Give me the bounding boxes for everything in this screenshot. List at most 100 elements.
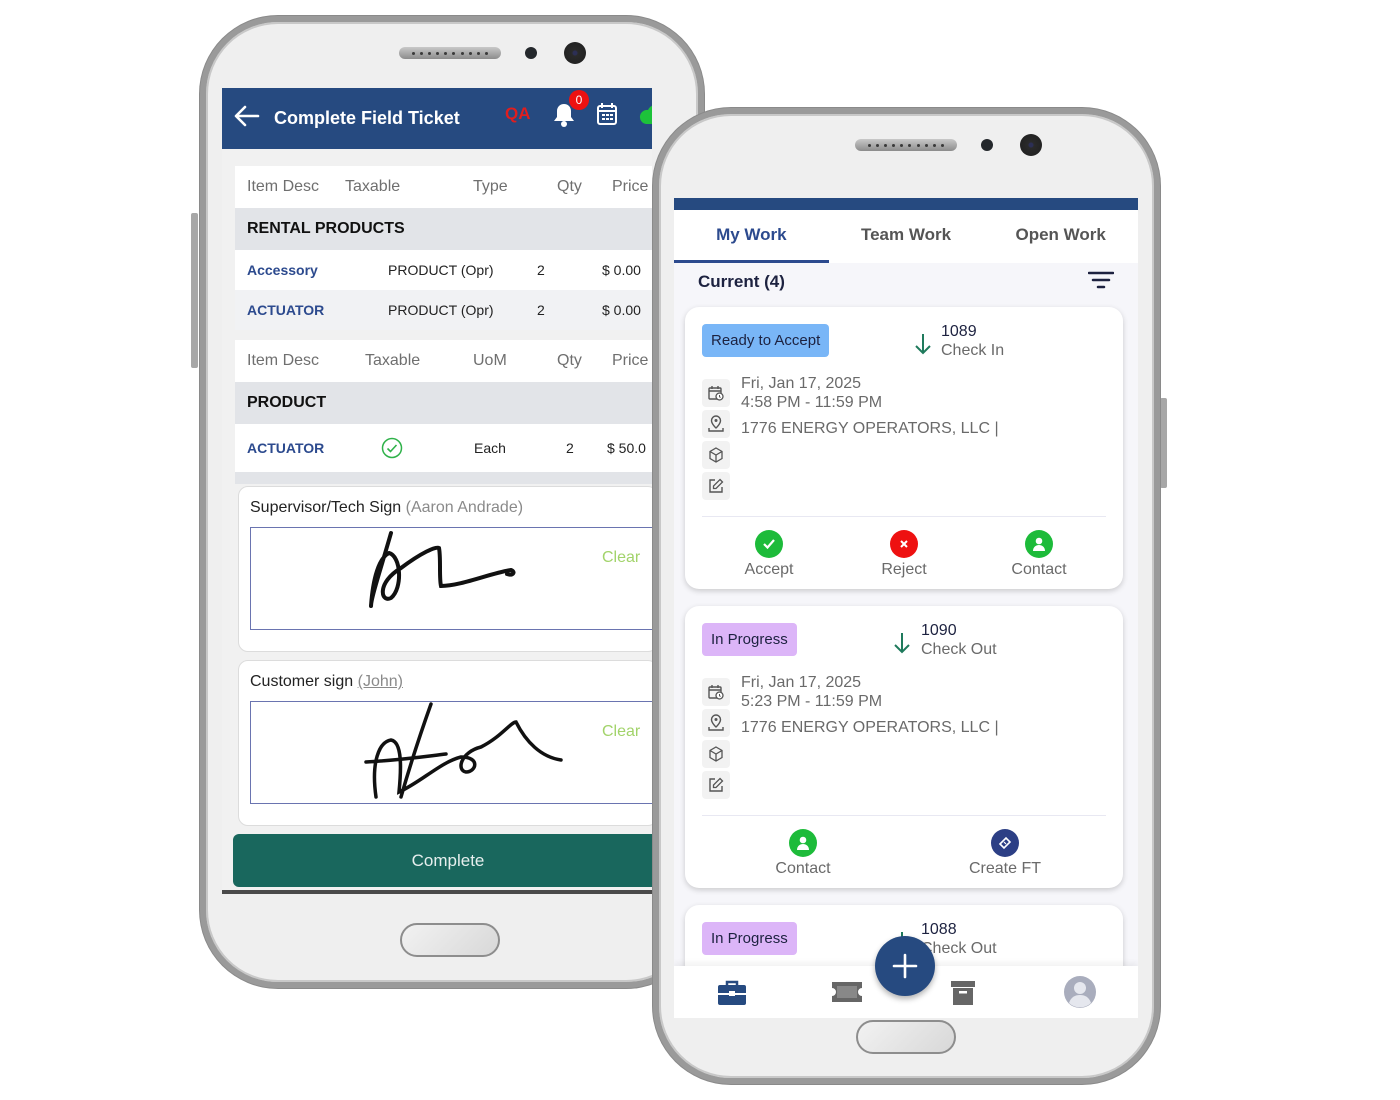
status-badge: In Progress — [702, 922, 797, 955]
environment-label: QA — [505, 104, 531, 123]
box-icon — [702, 441, 730, 469]
ticket-date: Fri, Jan 17, 2025 — [741, 674, 862, 691]
sign-title: Supervisor/Tech Sign — [250, 499, 402, 516]
contact-button[interactable]: Contact — [753, 829, 853, 878]
item-link[interactable]: ACTUATOR — [247, 440, 324, 456]
location-pin-icon — [702, 410, 730, 438]
item-price: $ 0.00 — [602, 262, 641, 278]
cloud-sync-icon[interactable] — [638, 102, 652, 131]
customer-signature-pad[interactable]: Clear — [250, 701, 652, 804]
arrow-down-icon — [913, 332, 933, 361]
column-header: Qty — [557, 178, 582, 195]
briefcase-icon[interactable] — [717, 980, 747, 1011]
work-card[interactable]: Ready to Accept 1089 Check In Fri, Jan 1… — [685, 307, 1123, 589]
column-header: Item Desc — [247, 352, 320, 369]
tab-team-work[interactable]: Team Work — [829, 210, 984, 263]
contact-button[interactable]: Contact — [989, 530, 1089, 579]
item-link[interactable]: ACTUATOR — [247, 302, 324, 318]
complete-button[interactable]: Complete — [233, 834, 652, 887]
status-badge: In Progress — [702, 623, 797, 656]
clear-signature-button[interactable]: Clear — [602, 549, 640, 567]
column-header: Taxable — [365, 352, 421, 369]
item-price: $ 50.0 — [607, 440, 646, 456]
reject-button[interactable]: Reject — [854, 530, 954, 579]
item-qty: 2 — [537, 302, 545, 318]
action-label: Create FT — [968, 860, 1041, 877]
location-pin-icon — [702, 709, 730, 737]
ticket-location: 1776 ENERGY OPERATORS, LLC | — [741, 420, 999, 437]
phone-side-button — [1160, 398, 1167, 488]
active-tab-indicator — [674, 260, 829, 263]
item-type: PRODUCT (Opr) — [388, 302, 494, 318]
speaker-grille — [855, 139, 957, 151]
accept-button[interactable]: Accept — [719, 530, 819, 579]
table-row[interactable]: ACTUATOR Each 2 $ 50.0 — [235, 424, 652, 472]
column-header: Price — [612, 178, 649, 195]
person-icon — [1025, 530, 1053, 558]
item-qty: 2 — [566, 440, 574, 456]
item-type: PRODUCT (Opr) — [388, 262, 494, 278]
ticket-action: Check Out — [921, 641, 997, 658]
home-button[interactable] — [400, 923, 500, 957]
person-icon — [789, 829, 817, 857]
group-header: RENTAL PRODUCTS — [235, 208, 652, 250]
page-title: Complete Field Ticket — [274, 108, 460, 128]
item-qty: 2 — [537, 262, 545, 278]
work-card[interactable]: In Progress 1090 Check Out Fri, Jan 17, … — [685, 606, 1123, 888]
group-header: PRODUCT — [235, 382, 652, 424]
tab-my-work[interactable]: My Work — [674, 210, 829, 263]
customer-sign-card: Customer sign (John) Clear — [238, 660, 652, 826]
status-badge: Ready to Accept — [702, 324, 830, 357]
section-header: Current (4) — [674, 263, 1138, 301]
edit-icon — [702, 472, 730, 500]
tab-open-work[interactable]: Open Work — [983, 210, 1138, 263]
calendar-clock-icon — [702, 379, 730, 407]
table-row[interactable]: ACTUATOR PRODUCT (Opr) 2 $ 0.00 — [235, 290, 652, 330]
clear-signature-button[interactable]: Clear — [602, 723, 640, 741]
table-header: Item Desc Taxable UoM Qty Price — [235, 340, 652, 382]
archive-icon[interactable] — [950, 980, 976, 1011]
notification-badge: 0 — [569, 90, 589, 110]
signer-name[interactable]: (John) — [358, 673, 403, 690]
app-header: Complete Field Ticket QA 0 — [222, 88, 652, 149]
column-header: UoM — [473, 352, 507, 369]
create-ft-button[interactable]: Create FT — [955, 829, 1055, 878]
ticket-icon[interactable] — [831, 980, 863, 1009]
back-arrow-icon[interactable] — [234, 105, 260, 132]
action-label: Contact — [1011, 561, 1067, 578]
ticket-time: 4:58 PM - 11:59 PM — [741, 394, 883, 411]
detail-icons — [702, 678, 730, 802]
add-button[interactable] — [875, 936, 935, 996]
signature-strokes — [369, 531, 516, 608]
ticket-location: 1776 ENERGY OPERATORS, LLC | — [741, 719, 999, 736]
plus-icon — [892, 953, 918, 979]
table-row[interactable]: Accessory PRODUCT (Opr) 2 $ 0.00 — [235, 250, 652, 290]
signature-strokes — [364, 702, 563, 799]
ticket-number: 1090 — [921, 622, 957, 639]
item-link[interactable]: Accessory — [247, 262, 318, 278]
action-label: Accept — [744, 561, 794, 578]
filter-icon[interactable] — [1087, 271, 1115, 294]
sign-title: Customer sign — [250, 673, 354, 690]
phone-side-button — [191, 213, 198, 368]
calendar-icon[interactable] — [596, 102, 618, 131]
ticket-action: Check In — [941, 342, 1005, 359]
rental-products-table: Item Desc Taxable Type Qty Price RENTAL … — [235, 166, 652, 330]
supervisor-signature-pad[interactable]: Clear — [250, 527, 652, 630]
action-label: Contact — [775, 860, 831, 877]
profile-icon[interactable] — [1063, 975, 1097, 1014]
section-title: Current (4) — [698, 272, 785, 291]
signer-name: (Aaron Andrade) — [405, 499, 524, 516]
detail-icons — [702, 379, 730, 503]
table-header: Item Desc Taxable Type Qty Price — [235, 166, 652, 208]
close-icon — [890, 530, 918, 558]
work-list-screen: My Work Team Work Open Work Current (4) … — [674, 198, 1138, 1018]
action-label: Reject — [881, 561, 927, 578]
product-table: Item Desc Taxable UoM Qty Price PRODUCT … — [235, 340, 652, 484]
box-icon — [702, 740, 730, 768]
proximity-sensor — [981, 139, 993, 151]
home-button[interactable] — [856, 1020, 956, 1054]
proximity-sensor — [525, 47, 537, 59]
ticket-number: 1088 — [921, 921, 957, 938]
card-divider — [702, 516, 1106, 517]
